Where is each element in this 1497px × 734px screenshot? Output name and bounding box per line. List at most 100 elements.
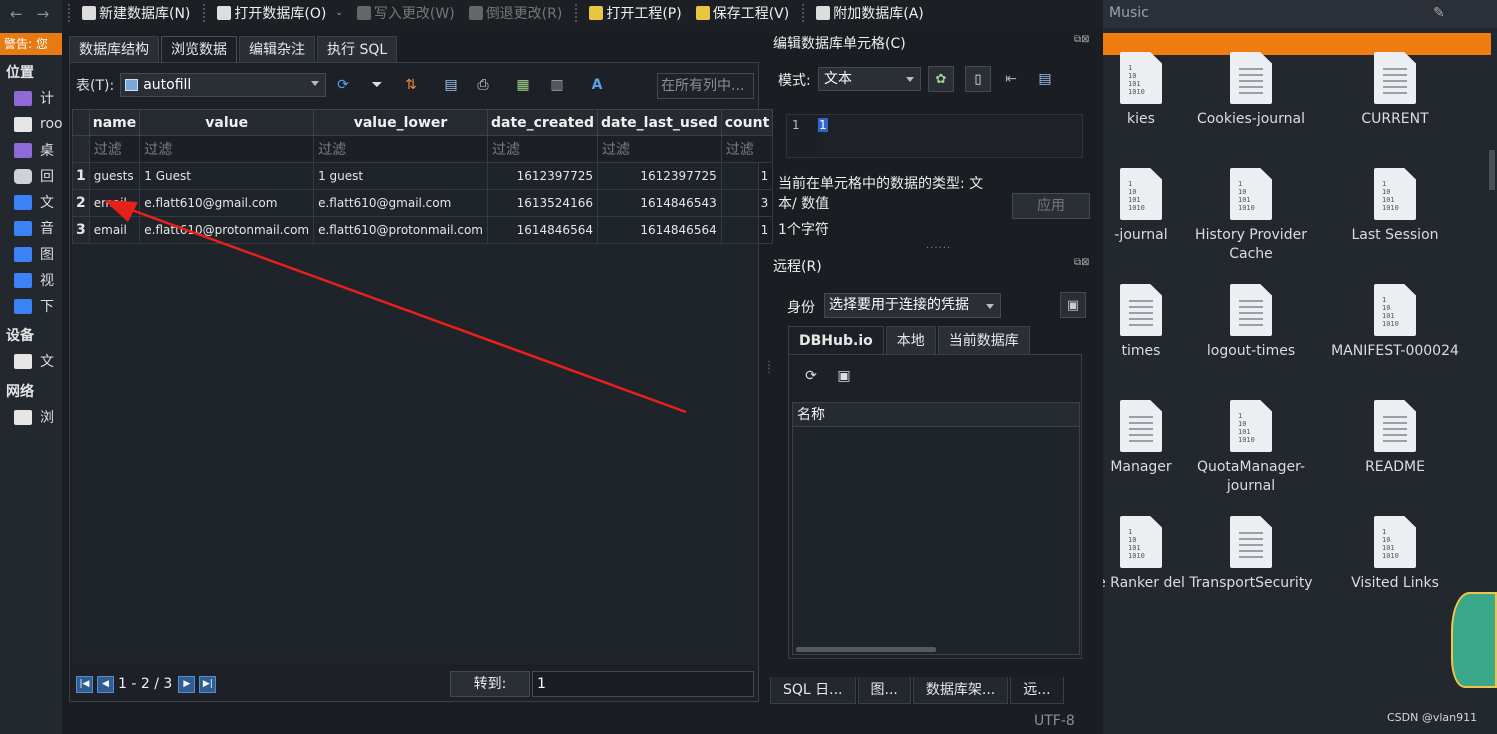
write-changes-button[interactable]: 写入更改(W) <box>350 0 462 26</box>
apply-button[interactable]: 应用 <box>1012 193 1090 219</box>
place-music[interactable]: 音 <box>14 217 54 239</box>
table-cell[interactable]: 1613524166 <box>486 189 598 217</box>
column-header[interactable]: value <box>139 109 315 136</box>
attach-database-button[interactable]: 附加数据库(A) <box>809 0 931 26</box>
goto-input[interactable]: 1 <box>532 671 754 697</box>
tab-remote[interactable]: 远... <box>1010 677 1064 704</box>
file-item[interactable]: 1 10 101 1010 QuotaManager-journal <box>1181 400 1321 496</box>
filter-input[interactable]: 过滤 <box>88 135 141 163</box>
cell-value[interactable]: 1 <box>818 118 828 132</box>
column-header[interactable]: count <box>720 109 774 136</box>
file-item[interactable]: 1 10 101 1010 Last Session <box>1325 168 1465 245</box>
clone-db-icon[interactable]: ▣ <box>835 367 853 385</box>
table-cell[interactable]: 1 <box>720 216 774 244</box>
filter-input[interactable]: 过滤 <box>139 135 315 163</box>
horizontal-scrollbar[interactable] <box>796 647 936 652</box>
filter-input[interactable]: 过滤 <box>486 135 598 163</box>
mode-select[interactable]: 文本 <box>818 67 921 91</box>
dock-float-close-icon[interactable]: ⧉⊠ <box>1074 257 1090 268</box>
place-videos[interactable]: 视 <box>14 269 54 291</box>
tab-current-db[interactable]: 当前数据库 <box>937 326 1030 354</box>
table-cell[interactable]: 1 guest <box>313 162 488 190</box>
revert-changes-button[interactable]: 倒退更改(R) <box>462 0 570 26</box>
insert-record-icon[interactable]: ▦ <box>514 76 532 94</box>
tab-browse-data[interactable]: 浏览数据 <box>161 36 237 63</box>
row-number[interactable]: 1 <box>72 162 90 190</box>
table-cell[interactable]: 1 Guest <box>139 162 315 190</box>
open-database-button[interactable]: 打开数据库(O) ⌄ <box>210 0 350 26</box>
import-icon[interactable]: ▯ <box>965 66 991 92</box>
dock-float-close-icon[interactable]: ⧉⊠ <box>1074 34 1090 45</box>
file-item[interactable]: README <box>1325 400 1465 477</box>
table-cell[interactable]: 1612397725 <box>596 162 722 190</box>
pencil-icon[interactable]: ✎ <box>1433 5 1445 21</box>
table-cell[interactable]: e.flatt610@gmail.com <box>313 189 488 217</box>
corner-cell[interactable] <box>72 109 90 136</box>
device-filesystem[interactable]: 文 <box>14 350 54 372</box>
clear-filters-icon[interactable]: ⏷ <box>368 76 386 94</box>
first-record-icon[interactable]: |◀ <box>76 675 93 693</box>
place-downloads[interactable]: 下 <box>14 295 54 317</box>
column-header[interactable]: value_lower <box>313 109 488 136</box>
tab-db-schema[interactable]: 数据库架... <box>912 677 1009 704</box>
goto-button[interactable]: 转到: <box>450 671 530 697</box>
place-computer[interactable]: 计 <box>14 87 54 109</box>
export-icon[interactable]: ⇤ <box>1002 70 1020 88</box>
back-arrow-icon[interactable]: ← <box>10 5 23 23</box>
table-cell[interactable]: 1 <box>720 162 774 190</box>
save-view-icon[interactable]: ▤ <box>442 76 460 94</box>
table-cell[interactable]: 1614846564 <box>486 216 598 244</box>
next-record-icon[interactable]: ▶ <box>178 675 196 693</box>
identity-manage-icon[interactable]: ▣ <box>1060 292 1086 318</box>
find-replace-icon[interactable]: A <box>588 76 606 94</box>
row-number[interactable]: 3 <box>72 216 90 244</box>
file-item[interactable]: 1 10 101 1010 History Provider Cache <box>1181 168 1321 264</box>
column-header[interactable]: date_last_used <box>596 109 722 136</box>
table-cell[interactable]: email <box>88 216 141 244</box>
table-cell[interactable]: 1612397725 <box>486 162 598 190</box>
tab-plot[interactable]: 图... <box>857 677 911 704</box>
tab-db-structure[interactable]: 数据库结构 <box>69 36 159 63</box>
table-cell[interactable]: e.flatt610@protonmail.com <box>313 216 488 244</box>
refresh-icon[interactable]: ⟳ <box>802 367 820 385</box>
identity-select[interactable]: 选择要用于连接的凭据 <box>824 293 1001 318</box>
table-cell[interactable]: e.flatt610@protonmail.com <box>139 216 315 244</box>
file-item[interactable]: 1 10 101 1010 MANIFEST-000024 <box>1325 284 1465 361</box>
tab-execute-sql[interactable]: 执行 SQL <box>317 36 398 63</box>
file-item[interactable]: CURRENT <box>1325 52 1465 129</box>
file-item[interactable]: Cookies-journal <box>1181 52 1321 129</box>
new-database-button[interactable]: 新建数据库(N) <box>75 0 197 26</box>
filter-input[interactable]: 过滤 <box>313 135 488 163</box>
table-cell[interactable]: guests <box>88 162 141 190</box>
auto-format-icon[interactable]: ✿ <box>928 66 954 92</box>
table-row[interactable]: 3 email e.flatt610@protonmail.com e.flatt61… <box>72 216 774 244</box>
place-documents[interactable]: 文 <box>14 191 54 213</box>
filter-input[interactable]: 过滤 <box>720 135 774 163</box>
tab-dbhub[interactable]: DBHub.io <box>788 326 884 354</box>
breadcrumb-music[interactable]: Music <box>1105 0 1157 28</box>
chevron-down-icon[interactable]: ⌄ <box>335 8 343 18</box>
refresh-icon[interactable]: ⟳ <box>334 76 352 94</box>
tab-local[interactable]: 本地 <box>885 326 936 354</box>
table-row[interactable]: 1 guests 1 Guest 1 guest 1612397725 161239772… <box>72 162 774 190</box>
table-cell[interactable]: e.flatt610@gmail.com <box>139 189 315 217</box>
set-null-icon[interactable]: ▤ <box>1036 70 1054 88</box>
table-cell[interactable]: 1614846564 <box>596 216 722 244</box>
row-number[interactable]: 2 <box>72 189 90 217</box>
splitter-handle[interactable]: ⋮ ⋮ <box>764 361 774 375</box>
delete-record-icon[interactable]: ▥ <box>548 76 566 94</box>
filter-input[interactable]: 过滤 <box>596 135 722 163</box>
table-cell[interactable]: 3 <box>720 189 774 217</box>
sort-icon[interactable]: ⇅ <box>402 76 420 94</box>
open-project-button[interactable]: 打开工程(P) <box>582 0 688 26</box>
cell-editor[interactable]: 1 1 <box>786 114 1083 158</box>
forward-arrow-icon[interactable]: → <box>37 5 50 23</box>
place-trash[interactable]: 回 <box>14 165 54 187</box>
place-home[interactable]: roo <box>14 113 62 135</box>
column-header[interactable]: date_created <box>486 109 598 136</box>
file-item[interactable]: TransportSecurity <box>1181 516 1321 593</box>
column-header[interactable]: name <box>88 109 141 136</box>
previous-record-icon[interactable]: ◀ <box>97 675 114 693</box>
file-item[interactable]: 1 10 101 1010 Visited Links <box>1325 516 1465 593</box>
network-browse[interactable]: 浏 <box>14 406 54 428</box>
